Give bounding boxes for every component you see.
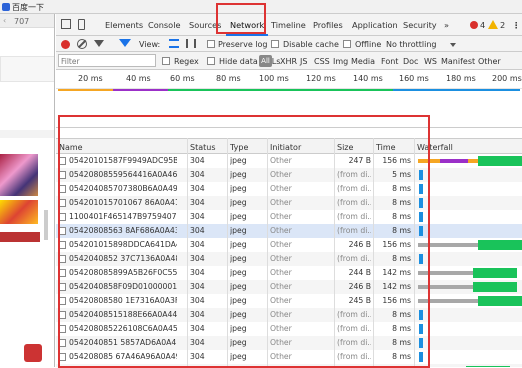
filter-type-all[interactable]: All xyxy=(259,55,272,67)
timeline-tick: 140 ms xyxy=(353,74,383,83)
filter-type-font[interactable]: Font xyxy=(381,57,398,66)
devtools-menu-icon[interactable]: ⋮ xyxy=(512,20,520,30)
view-label: View: xyxy=(139,40,161,49)
filter-type-media[interactable]: Media xyxy=(351,57,375,66)
page-block xyxy=(0,130,54,138)
page-search-bar: ‹ 707 xyxy=(0,14,54,28)
overview-icon[interactable] xyxy=(186,39,196,48)
baidu-favicon-icon xyxy=(2,3,10,11)
timeline-tick: 60 ms xyxy=(170,74,195,83)
waterfall-receive-bar xyxy=(478,240,522,250)
filter-type-css[interactable]: CSS xyxy=(314,57,330,66)
chevron-down-icon xyxy=(450,43,456,47)
waterfall-receive-bar xyxy=(478,296,522,306)
more-tabs-icon[interactable]: » xyxy=(444,20,449,30)
tab-profiles[interactable]: Profiles xyxy=(313,20,343,30)
waterfall-stall-bar xyxy=(440,159,468,163)
timeline-tick: 200 ms xyxy=(492,74,522,83)
highlight-network-tab xyxy=(216,3,266,34)
record-icon[interactable] xyxy=(61,40,70,49)
regex-checkbox[interactable] xyxy=(162,57,170,65)
page-logo-image xyxy=(24,344,42,362)
page-header-number: 707 xyxy=(14,17,30,26)
browser-tab-title[interactable]: 百度一下 xyxy=(12,2,44,13)
tab-security[interactable]: Security xyxy=(403,20,437,30)
tab-console[interactable]: Console xyxy=(148,20,181,30)
tab-timeline[interactable]: Timeline xyxy=(271,20,306,30)
filter-type-manifest[interactable]: Manifest xyxy=(441,57,475,66)
timeline-bar xyxy=(393,89,520,91)
filter-type-xhr[interactable]: XHR xyxy=(280,57,297,66)
waterfall-receive-bar xyxy=(473,282,517,292)
error-count[interactable]: 4 xyxy=(480,20,485,30)
devtools-tab-bar: Elements Console Sources Network Timelin… xyxy=(56,14,522,36)
timeline-bar xyxy=(58,89,113,91)
offline-checkbox[interactable] xyxy=(343,40,351,48)
waterfall-receive-bar xyxy=(478,156,522,166)
throttle-select[interactable]: No throttling xyxy=(386,40,437,49)
inspect-element-icon[interactable] xyxy=(61,19,71,29)
disable-cache-checkbox[interactable] xyxy=(271,40,279,48)
page-block xyxy=(0,56,54,82)
timeline-tick: 160 ms xyxy=(399,74,429,83)
preserve-log-checkbox[interactable] xyxy=(207,40,215,48)
filter-input[interactable]: Filter xyxy=(58,54,156,67)
filter-type-img[interactable]: Img xyxy=(333,57,348,66)
filter-icon[interactable] xyxy=(119,39,131,47)
disable-cache-label: Disable cache xyxy=(283,40,339,49)
page-scrollbar[interactable] xyxy=(44,210,48,240)
camera-icon[interactable] xyxy=(94,40,104,47)
filter-type-doc[interactable]: Doc xyxy=(403,57,418,66)
timeline-bar xyxy=(168,89,393,91)
offline-label: Offline xyxy=(355,40,382,49)
page-menu-icon: ‹ xyxy=(3,16,7,25)
tab-elements[interactable]: Elements xyxy=(105,20,143,30)
waterfall-receive-bar xyxy=(473,268,517,278)
page-preview: ‹ 707 xyxy=(0,14,55,367)
regex-label: Regex xyxy=(174,57,199,66)
large-rows-icon[interactable] xyxy=(169,39,179,48)
filter-bar: Filter Regex Hide data URLs All XHR JS C… xyxy=(56,52,522,70)
hide-data-urls-checkbox[interactable] xyxy=(207,57,215,65)
page-image xyxy=(0,154,38,196)
filter-type-ws[interactable]: WS xyxy=(424,57,437,66)
page-banner xyxy=(0,232,40,242)
error-icon[interactable] xyxy=(470,21,478,29)
warning-icon[interactable] xyxy=(488,20,498,29)
warning-count[interactable]: 2 xyxy=(500,20,505,30)
preserve-log-label: Preserve log xyxy=(218,40,268,49)
timeline-tick: 120 ms xyxy=(306,74,336,83)
highlight-request-table xyxy=(58,115,430,368)
timeline-tick: 100 ms xyxy=(259,74,289,83)
device-mode-icon[interactable] xyxy=(78,19,85,30)
timeline-tick: 20 ms xyxy=(78,74,103,83)
timeline-tick: 180 ms xyxy=(446,74,476,83)
page-image xyxy=(0,200,38,224)
network-toolbar: View: Preserve log Disable cache Offline… xyxy=(56,36,522,52)
filter-type-other[interactable]: Other xyxy=(478,57,501,66)
tab-application[interactable]: Application xyxy=(352,20,398,30)
timeline-bar xyxy=(113,89,168,91)
timeline-tick: 80 ms xyxy=(216,74,241,83)
filter-type-js[interactable]: JS xyxy=(300,57,307,66)
timeline-tick: 40 ms xyxy=(126,74,151,83)
